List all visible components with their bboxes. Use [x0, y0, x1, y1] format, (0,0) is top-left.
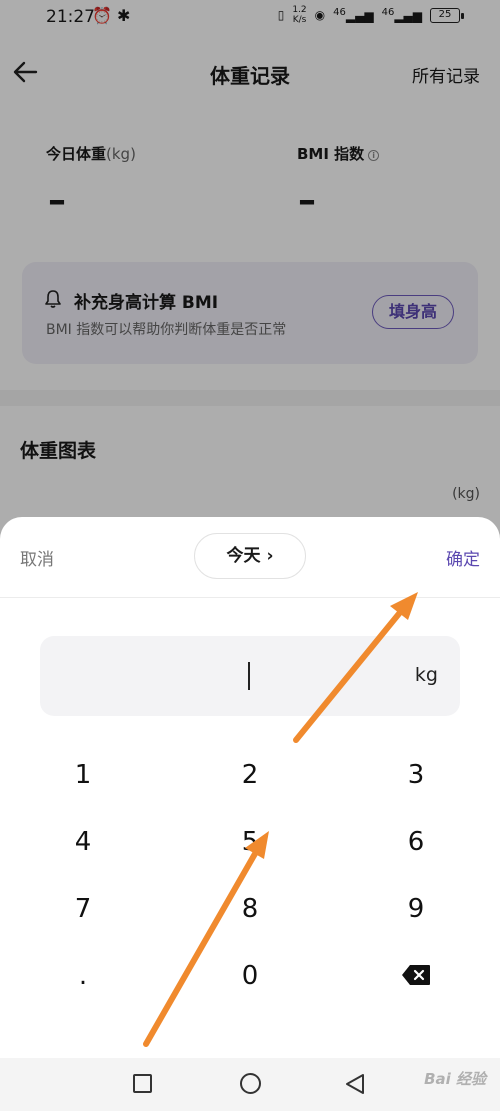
baidu-watermark: Bai 经验 — [424, 1070, 486, 1088]
input-unit: kg — [414, 664, 438, 686]
key-9[interactable]: 9 — [356, 881, 476, 937]
weight-input-field[interactable]: kg — [40, 636, 460, 716]
sheet-divider — [0, 597, 500, 598]
key-7[interactable]: 7 — [23, 881, 143, 937]
key-6[interactable]: 6 — [356, 814, 476, 870]
cancel-button[interactable]: 取消 — [20, 545, 54, 570]
text-cursor — [248, 662, 250, 690]
key-0[interactable]: 0 — [190, 948, 310, 1004]
key-4[interactable]: 4 — [23, 814, 143, 870]
key-5[interactable]: 5 — [190, 814, 310, 870]
system-navbar: Bai 经验 — [0, 1058, 500, 1111]
key-3[interactable]: 3 — [356, 747, 476, 803]
home-icon[interactable] — [240, 1073, 261, 1094]
recent-apps-icon[interactable] — [133, 1074, 152, 1093]
backspace-icon[interactable] — [401, 964, 431, 986]
key-2[interactable]: 2 — [190, 747, 310, 803]
nav-back-icon[interactable] — [344, 1073, 366, 1095]
confirm-button[interactable]: 确定 — [446, 545, 480, 570]
weight-input-sheet: 取消 今天 › 确定 kg 1 2 3 4 5 6 7 8 9 . 0 — [0, 517, 500, 1111]
key-8[interactable]: 8 — [190, 881, 310, 937]
date-selector[interactable]: 今天 › — [194, 533, 306, 579]
key-decimal[interactable]: . — [23, 948, 143, 1004]
key-1[interactable]: 1 — [23, 747, 143, 803]
